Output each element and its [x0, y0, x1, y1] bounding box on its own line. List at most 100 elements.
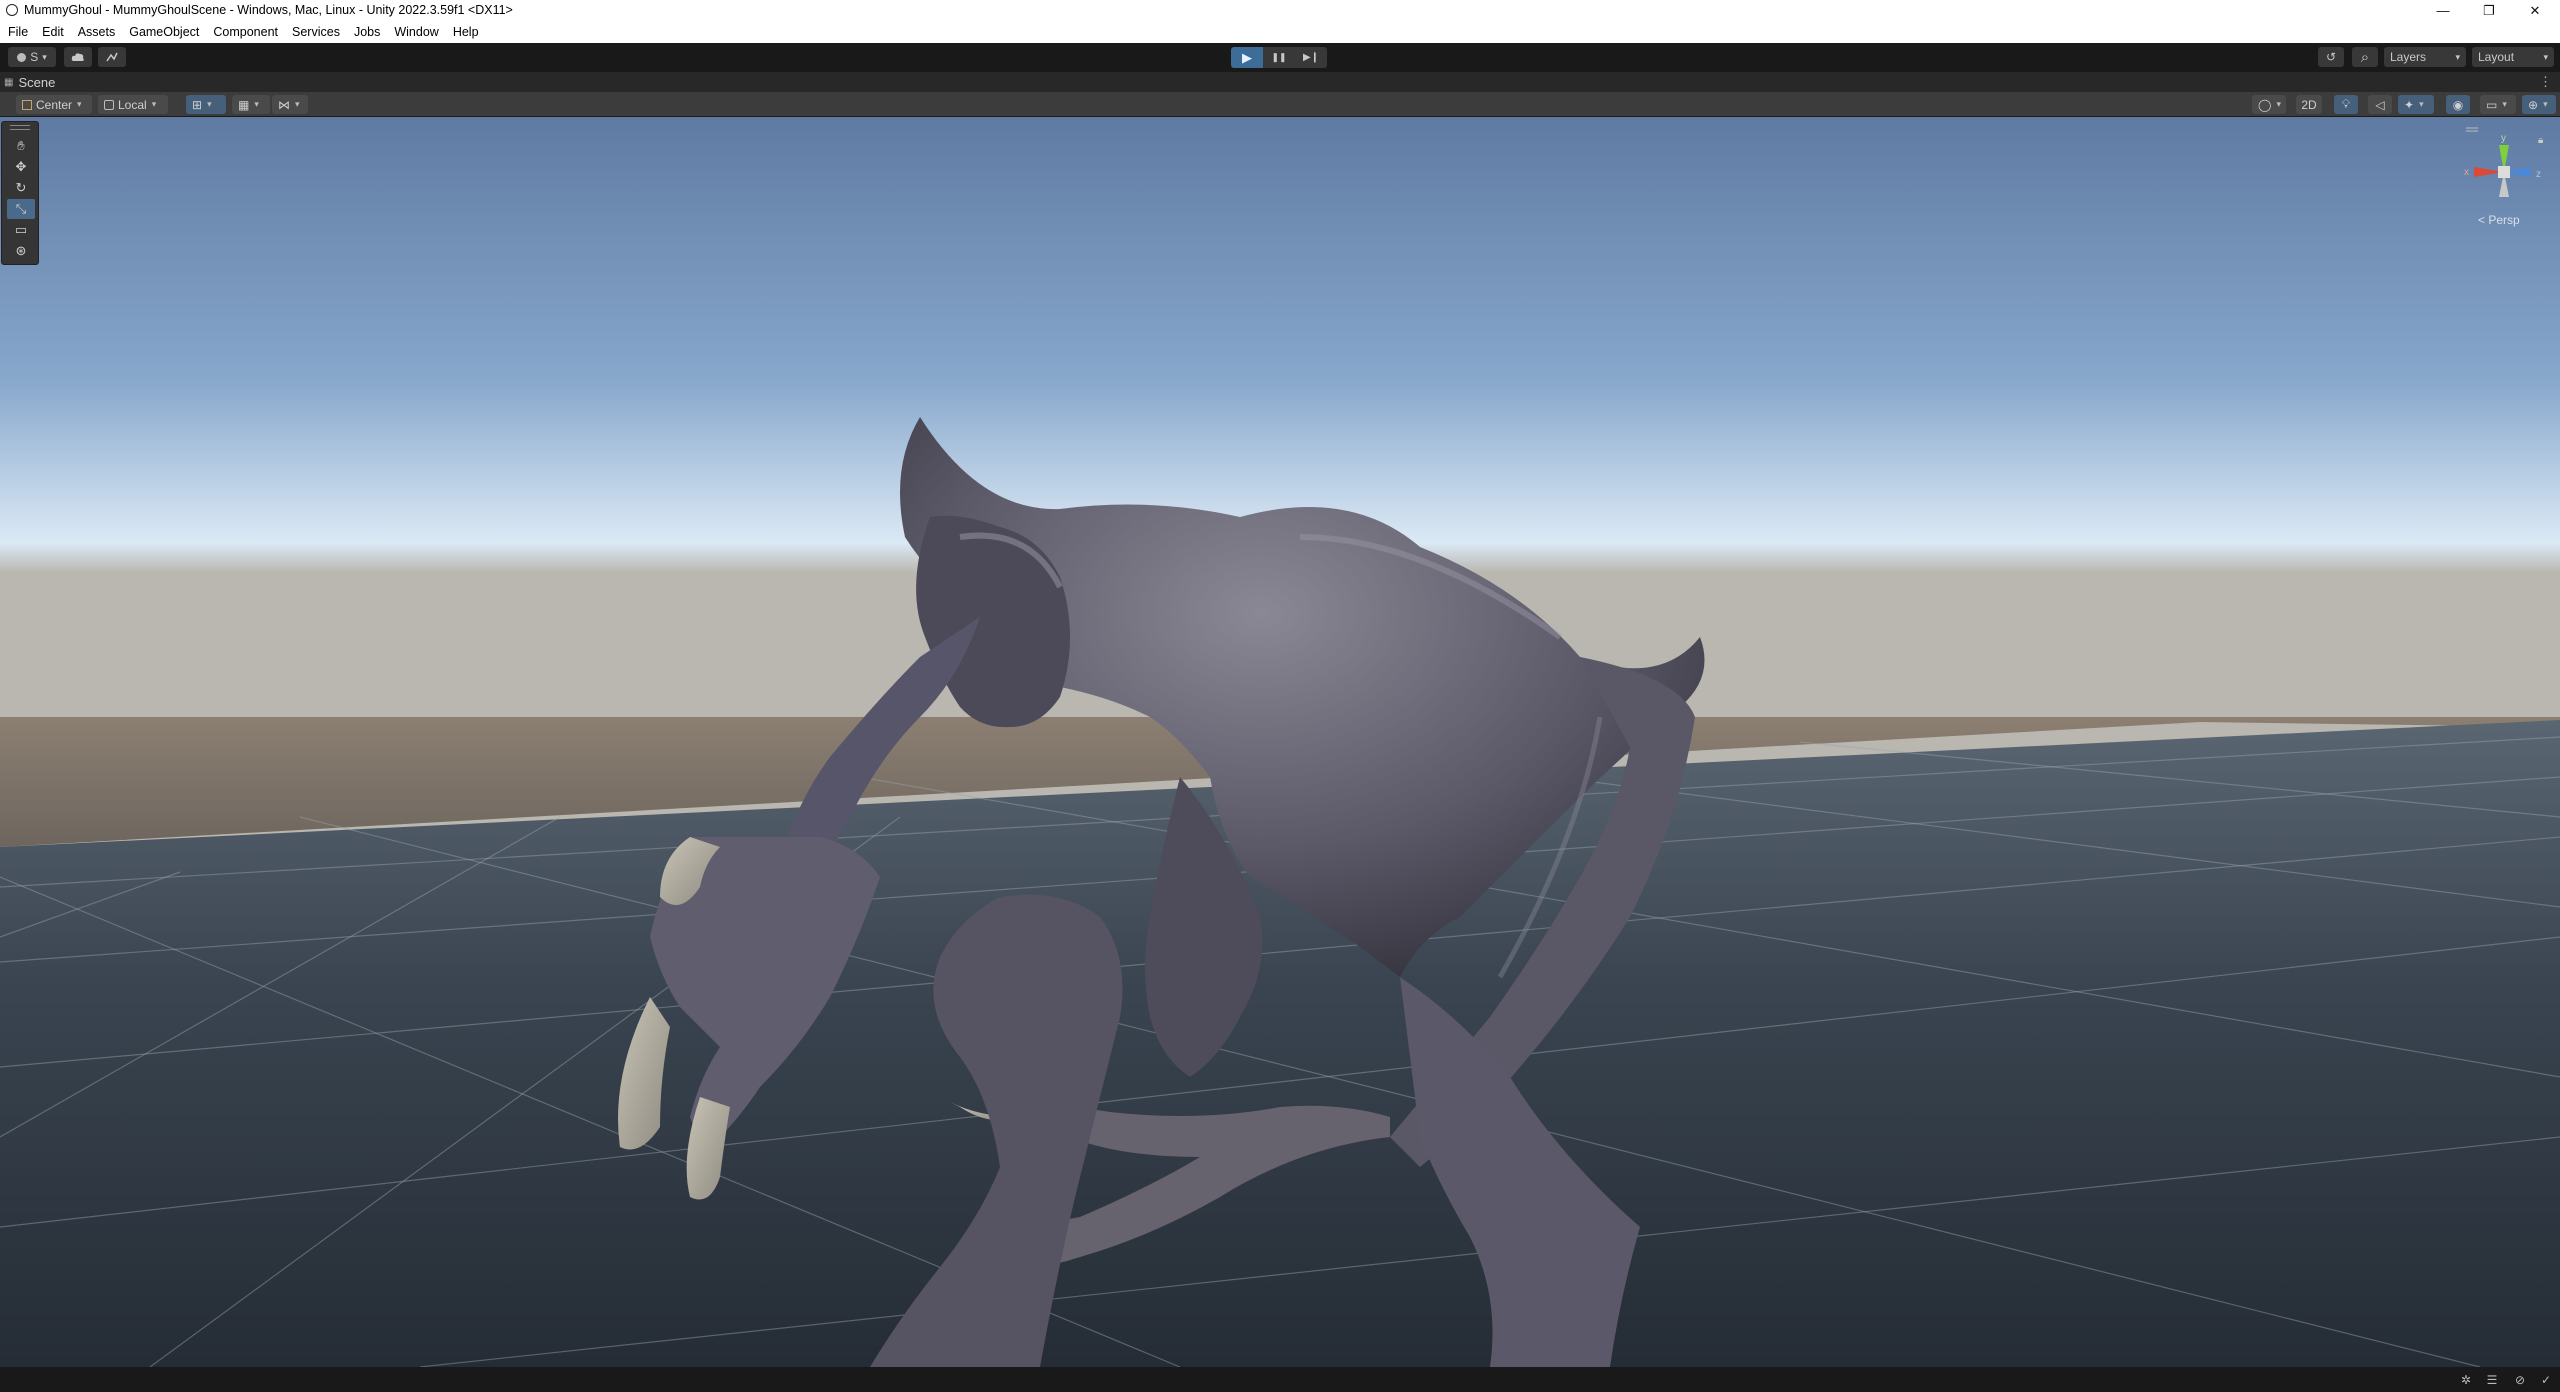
gizmo-y-label: y [2501, 133, 2506, 144]
light-bulb-icon: 💡︎ [2341, 97, 2351, 111]
hand-tool-button[interactable]: ✋︎ [7, 136, 35, 156]
hidden-eye-icon: ◉ [2452, 97, 2464, 112]
bug-icon[interactable]: ✲ [2458, 1372, 2474, 1388]
step-button[interactable]: ▶❙ [1295, 47, 1327, 68]
rect-icon: ▭ [14, 222, 28, 237]
pause-button[interactable]: ❚❚ [1263, 47, 1295, 68]
tab-scene-label: Scene [18, 74, 56, 90]
scene-visibility-toggle[interactable]: ◉ [2446, 95, 2470, 114]
account-label: S [30, 50, 39, 64]
search-button[interactable]: ⌕ [2352, 47, 2378, 67]
scene-tab-bar: ▦ Scene ⋮ [0, 72, 2560, 92]
layers-dropdown[interactable]: Layers ▾ [2384, 47, 2466, 67]
chevron-down-icon: ▾ [2543, 99, 2548, 109]
play-button[interactable]: ▶ [1231, 47, 1263, 68]
audio-icon: ◁ [2375, 97, 2385, 112]
maximize-button[interactable]: ❐ [2466, 0, 2512, 21]
chevron-down-icon: ▾ [2276, 99, 2281, 109]
layers-label: Layers [2390, 50, 2427, 64]
grid-snap-icon: ⊞ [192, 97, 203, 112]
chevron-down-icon: ▾ [2543, 51, 2548, 62]
branch-icon [106, 52, 118, 62]
layout-label: Layout [2478, 50, 2515, 64]
scene-viewport[interactable] [0, 117, 2560, 1367]
checkmark-icon[interactable]: ✓ [2538, 1372, 2554, 1388]
menu-edit[interactable]: Edit [42, 25, 64, 39]
camera-icon: ▭ [2486, 97, 2498, 112]
scale-tool-button[interactable]: ⤡ [7, 199, 35, 219]
chevron-down-icon: ▾ [2455, 51, 2460, 62]
gizmos-icon: ⊕ [2528, 97, 2539, 112]
account-icon [17, 52, 27, 62]
menu-window[interactable]: Window [394, 25, 438, 39]
search-icon: ⌕ [2360, 48, 2370, 66]
orientation-gizmo[interactable]: y x z 🔒︎ < Persp [2452, 125, 2556, 235]
draw-mode-dropdown[interactable]: ◯ ▾ [2252, 95, 2286, 114]
chevron-down-icon: ▾ [77, 99, 82, 109]
grid-snapping-button[interactable]: ⊞ ▾ [186, 95, 226, 114]
effects-icon: ✦ [2404, 97, 2415, 112]
move-tool-button[interactable]: ✥ [7, 157, 35, 177]
menu-component[interactable]: Component [213, 25, 278, 39]
undo-history-button[interactable]: ↺ [2318, 47, 2344, 67]
tab-scene[interactable]: ▦ Scene [4, 72, 55, 92]
window-title-bar: MummyGhoul - MummyGhoulScene - Windows, … [0, 0, 2560, 21]
gizmo-z-label: z [2536, 169, 2541, 180]
pivot-mode-dropdown[interactable]: Center ▾ [16, 95, 92, 114]
pivot-label: Center [36, 97, 73, 112]
no-entry-icon[interactable]: ⊘ [2512, 1372, 2528, 1388]
cloud-button[interactable] [64, 47, 92, 67]
increment-snap-button[interactable]: ⋈ ▾ [272, 95, 308, 114]
shaded-sphere-icon: ◯ [2258, 97, 2272, 112]
snap-increment-icon: ⋈ [278, 97, 290, 112]
menu-jobs[interactable]: Jobs [354, 25, 380, 39]
lock-icon[interactable]: 🔒︎ [2538, 135, 2543, 146]
layout-dropdown[interactable]: Layout ▾ [2472, 47, 2554, 67]
projection-label[interactable]: < Persp [2478, 213, 2520, 227]
lighting-toggle[interactable]: 💡︎ [2334, 95, 2358, 114]
grid-visibility-button[interactable]: ▦ ▾ [232, 95, 270, 114]
effects-dropdown[interactable]: ✦ ▾ [2398, 95, 2434, 114]
close-button[interactable]: ✕ [2512, 0, 2558, 21]
pivot-space-dropdown[interactable]: Local ▾ [98, 95, 168, 114]
main-toolbar: S ▾ ▶ ❚❚ ▶❙ ↺ ⌕ Layers ▾ Layout ▾ [0, 43, 2560, 72]
minimize-button[interactable]: — [2420, 0, 2466, 21]
rotate-tool-button[interactable]: ↻ [7, 178, 35, 198]
chevron-down-icon: ▾ [295, 99, 300, 109]
menu-file[interactable]: File [8, 25, 28, 39]
more-options-icon[interactable]: ⋮ [2539, 74, 2552, 90]
palette-grip[interactable] [10, 125, 30, 130]
audio-toggle[interactable]: ◁ [2368, 95, 2392, 114]
camera-settings-dropdown[interactable]: ▭ ▾ [2480, 95, 2516, 114]
scene-toolbar: Center ▾ Local ▾ ⊞ ▾ ▦ ▾ ⋈ ▾ ◯ ▾ 2D 💡︎ ◁… [0, 92, 2560, 117]
menu-assets[interactable]: Assets [78, 25, 116, 39]
chevron-down-icon: ▾ [207, 99, 212, 109]
gizmo-x-label: x [2464, 167, 2469, 178]
menu-help[interactable]: Help [453, 25, 479, 39]
space-label: Local [118, 97, 147, 112]
menu-bar: File Edit Assets GameObject Component Se… [0, 21, 2560, 43]
hand-icon: ✋︎ [17, 138, 25, 153]
2d-toggle[interactable]: 2D [2296, 95, 2322, 114]
gizmos-dropdown[interactable]: ⊕ ▾ [2522, 95, 2556, 114]
chevron-down-icon: ▾ [2502, 99, 2507, 109]
account-dropdown[interactable]: S ▾ [8, 47, 56, 67]
stack-icon[interactable]: ☰ [2484, 1372, 2500, 1388]
menu-services[interactable]: Services [292, 25, 340, 39]
2d-label: 2D [2301, 97, 2317, 112]
collab-button[interactable] [98, 47, 126, 67]
tool-palette: ✋︎ ✥ ↻ ⤡ ▭ ⊛ [1, 121, 39, 265]
scene-render [0, 117, 2560, 1367]
menu-gameobject[interactable]: GameObject [129, 25, 199, 39]
unity-logo-icon [6, 4, 18, 16]
grid-icon: ▦ [238, 97, 250, 112]
move-icon: ✥ [15, 159, 27, 174]
chevron-down-icon: ▾ [151, 99, 157, 109]
transform-tool-button[interactable]: ⊛ [7, 241, 35, 261]
step-icon: ▶❙ [1302, 52, 1320, 63]
rect-tool-button[interactable]: ▭ [7, 220, 35, 240]
axis-gizmo-icon: y x z 🔒︎ [2464, 127, 2543, 197]
chevron-down-icon: ▾ [254, 99, 259, 109]
history-icon: ↺ [2325, 50, 2337, 64]
play-controls: ▶ ❚❚ ▶❙ [1231, 47, 1327, 68]
